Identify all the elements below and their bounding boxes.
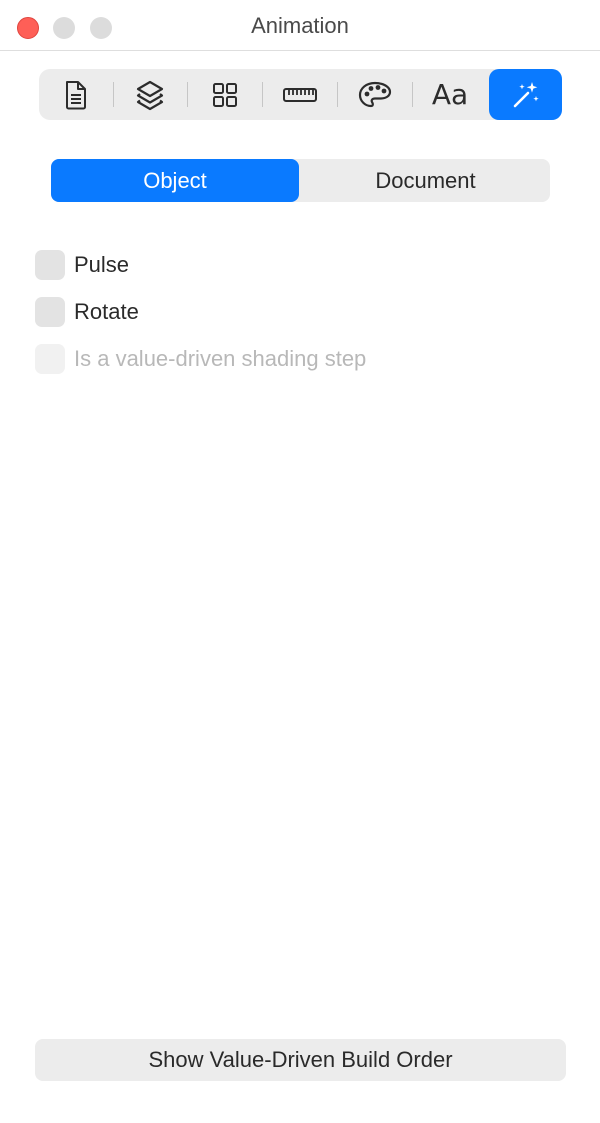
inspector-window: Animation Aa Object Document Pulse Rotat… <box>0 0 600 1123</box>
palette-icon <box>358 81 392 107</box>
toolbar-divider <box>412 82 413 107</box>
grid-icon <box>213 82 237 107</box>
show-build-order-button[interactable]: Show Value-Driven Build Order <box>35 1039 566 1081</box>
layers-icon <box>136 80 164 110</box>
rotate-option[interactable]: Rotate <box>35 297 139 327</box>
tool-document[interactable] <box>51 69 101 120</box>
tool-arrange[interactable] <box>125 69 175 120</box>
toolbar-divider <box>113 82 114 107</box>
inspector-toolbar: Aa <box>39 69 562 120</box>
value-driven-shading-checkbox <box>35 344 65 374</box>
tool-appearance[interactable] <box>350 69 400 120</box>
tool-layout[interactable] <box>200 69 250 120</box>
object-document-switch: Object Document <box>51 159 550 202</box>
toolbar-divider <box>337 82 338 107</box>
title-bar: Animation <box>0 0 600 51</box>
document-icon <box>66 80 86 109</box>
value-driven-shading-label: Is a value-driven shading step <box>74 346 367 371</box>
rotate-checkbox[interactable] <box>35 297 65 327</box>
window-title: Animation <box>251 13 349 38</box>
segment-document[interactable]: Document <box>301 159 550 202</box>
value-driven-shading-option: Is a value-driven shading step <box>35 344 366 374</box>
toolbar-divider <box>262 82 263 107</box>
tool-animation[interactable] <box>489 69 562 120</box>
magic-wand-icon <box>513 81 539 107</box>
toolbar-divider <box>187 82 188 107</box>
rotate-label: Rotate <box>74 299 139 324</box>
tool-text-style[interactable]: Aa <box>425 69 475 120</box>
tool-metrics[interactable] <box>275 69 325 120</box>
ruler-icon <box>283 87 317 102</box>
segment-object[interactable]: Object <box>51 159 299 202</box>
pulse-option[interactable]: Pulse <box>35 250 129 280</box>
pulse-checkbox[interactable] <box>35 250 65 280</box>
pulse-label: Pulse <box>74 252 130 277</box>
text-style-icon: Aa <box>431 78 469 111</box>
